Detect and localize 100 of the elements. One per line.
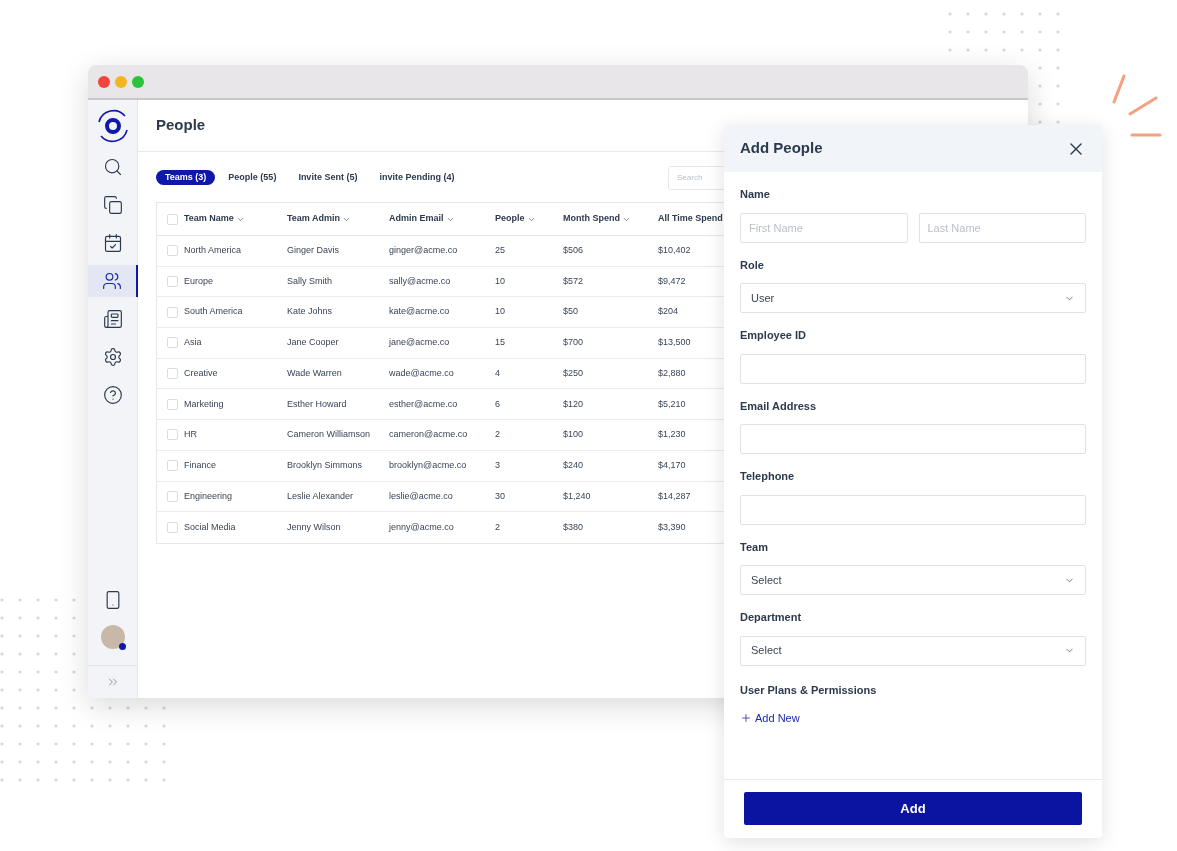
row-checkbox[interactable] — [167, 245, 178, 257]
table-cell-text: kate@acme.co — [389, 305, 451, 319]
column-header[interactable]: Month Spend — [563, 212, 658, 226]
table-cell-text: $120 — [563, 397, 585, 411]
panel-title: Add People — [740, 138, 823, 159]
table-cell-text: jenny@acme.co — [389, 520, 455, 534]
table-cell-text: $1,240 — [563, 489, 592, 503]
table-cell-text: 4 — [495, 366, 501, 380]
table-cell-text: $572 — [563, 274, 585, 288]
select-field[interactable]: User — [740, 283, 1086, 313]
column-header[interactable]: People — [495, 212, 563, 226]
input-field[interactable] — [740, 494, 1086, 525]
table-cell-text: Brooklyn Simmons — [287, 458, 364, 472]
column-header[interactable]: All Time Spend — [658, 212, 722, 226]
table-cell-text: $3,390 — [658, 520, 687, 534]
column-header[interactable]: Team Name — [184, 212, 287, 226]
table-cell-text: esther@acme.co — [389, 397, 459, 411]
select-field[interactable]: Select — [740, 635, 1086, 666]
table-cell-text: $5,210 — [658, 397, 687, 411]
table-cell-text: wade@acme.co — [389, 366, 455, 380]
table-cell-text: 30 — [495, 489, 506, 503]
table-cell-text: Jane Cooper — [287, 336, 340, 350]
table-cell-text: Social Media — [184, 520, 237, 534]
settings-icon — [102, 347, 123, 367]
table-cell-text: $380 — [563, 520, 585, 534]
field-label: Role — [740, 257, 765, 273]
row-checkbox[interactable] — [167, 306, 178, 318]
table-cell-text: 2 — [495, 428, 501, 442]
newspaper-icon — [102, 309, 123, 329]
tab[interactable]: Invite Sent (5) — [289, 170, 367, 185]
table-cell-text: $204 — [658, 305, 680, 319]
table-cell-text: Asia — [184, 336, 203, 350]
row-checkbox[interactable] — [167, 429, 178, 441]
table-cell-text: $4,170 — [658, 458, 687, 472]
table-cell-text: Jenny Wilson — [287, 520, 342, 534]
row-checkbox[interactable] — [167, 398, 178, 410]
field-label: Name — [740, 187, 771, 202]
table-cell-text: $9,472 — [658, 274, 687, 288]
table-cell-text: Marketing — [184, 397, 225, 411]
table-cell-text: $50 — [563, 305, 580, 319]
row-checkbox[interactable] — [167, 337, 178, 349]
table-cell-text: Leslie Alexander — [287, 489, 355, 503]
tab[interactable]: People (55) — [219, 170, 286, 185]
table-cell-text: $13,500 — [658, 336, 692, 350]
row-checkbox[interactable] — [167, 368, 178, 380]
table-cell-text: Ginger Davis — [287, 244, 341, 258]
field-label: Telephone — [740, 469, 796, 484]
select-all-checkbox[interactable] — [167, 213, 178, 225]
table-cell-text: Cameron Williamson — [287, 428, 372, 442]
table-cell-text: sally@acme.co — [389, 274, 452, 288]
field-label: Department — [740, 610, 803, 625]
add-new-link[interactable]: Add New — [740, 710, 800, 727]
table-cell-text: brooklyn@acme.co — [389, 458, 468, 472]
calendar-icon — [102, 233, 123, 253]
table-cell-text: Europe — [184, 274, 215, 288]
column-header[interactable]: Admin Email — [389, 212, 495, 226]
table-cell-text: Finance — [184, 458, 218, 472]
table-cell-text: $1,230 — [658, 428, 687, 442]
table-cell-text: 25 — [495, 244, 506, 258]
row-checkbox[interactable] — [167, 522, 178, 534]
table-cell-text: 2 — [495, 520, 501, 534]
plus-icon — [740, 712, 752, 725]
sidebar-item[interactable] — [88, 265, 138, 297]
permissions-label: User Plans & Permissions — [740, 682, 878, 698]
table-cell-text: 6 — [495, 397, 501, 411]
table-cell-text: 3 — [495, 458, 501, 472]
table-cell-text: ginger@acme.co — [389, 244, 459, 258]
table-cell-text: Sally Smith — [287, 274, 333, 288]
row-checkbox[interactable] — [167, 460, 178, 472]
table-cell-text: $700 — [563, 336, 585, 350]
field-label: Employee ID — [740, 328, 808, 343]
maximize-window-button[interactable] — [132, 75, 144, 88]
tab[interactable]: Teams (3) — [156, 170, 216, 185]
table-cell-text: Esther Howard — [287, 397, 348, 411]
column-header[interactable]: Team Admin — [287, 212, 389, 226]
table-cell-text: South America — [184, 305, 244, 319]
search-icon — [102, 157, 123, 177]
input-field[interactable] — [740, 424, 1086, 454]
table-cell-text: Engineering — [184, 489, 234, 503]
table-cell-text: $100 — [563, 428, 585, 442]
tab[interactable]: invite Pending (4) — [370, 170, 464, 185]
table-cell-text: $506 — [563, 244, 585, 258]
row-checkbox[interactable] — [167, 276, 178, 288]
input-field[interactable]: First Name — [740, 212, 908, 243]
table-cell-text: HR — [184, 428, 198, 442]
select-field[interactable]: Select — [740, 565, 1086, 595]
avatar[interactable] — [100, 625, 125, 649]
add-button[interactable]: Add — [744, 792, 1082, 825]
row-checkbox[interactable] — [167, 490, 178, 502]
table-cell-text: cameron@acme.co — [389, 428, 469, 442]
table-cell-text: 15 — [495, 336, 506, 350]
input-field[interactable] — [740, 353, 1086, 384]
team-icon — [101, 271, 122, 291]
close-window-button[interactable] — [98, 75, 110, 88]
table-cell-text: 10 — [495, 274, 506, 288]
table-cell-text: Creative — [184, 366, 219, 380]
input-field[interactable]: Last Name — [918, 212, 1086, 243]
page-title: People — [156, 115, 206, 136]
minimize-window-button[interactable] — [115, 75, 127, 88]
table-cell-text: $250 — [563, 366, 585, 380]
